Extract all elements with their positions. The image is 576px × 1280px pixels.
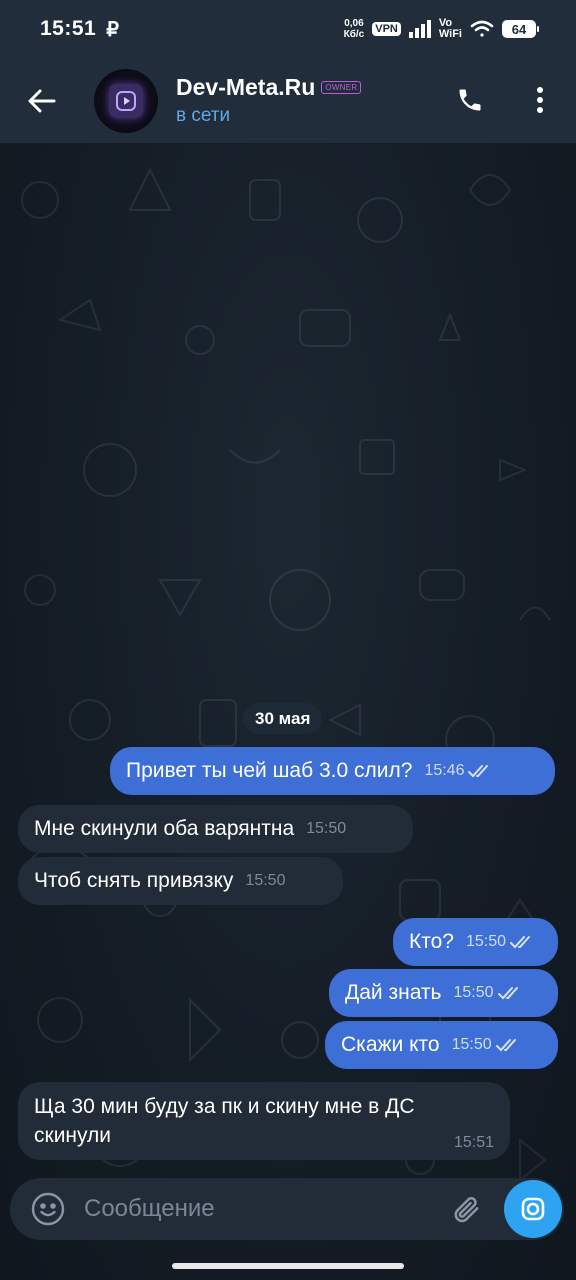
date-separator: 30 мая — [243, 703, 323, 734]
double-check-icon — [497, 986, 522, 1000]
more-vertical-icon — [537, 87, 543, 113]
online-status: в сети — [176, 105, 231, 126]
signal-icon — [408, 20, 431, 38]
message-bubble-outgoing[interactable]: Дай знать 15:50 — [329, 969, 558, 1017]
message-text: Кто? — [409, 930, 454, 953]
message-text: Скажи кто — [341, 1033, 440, 1056]
message-text: Ща 30 мин буду за пк и скину мне в ДС ск… — [34, 1095, 415, 1147]
camera-button[interactable] — [504, 1180, 562, 1238]
play-logo-icon — [116, 90, 136, 111]
vpn-badge: VPN — [372, 22, 401, 36]
battery-indicator: 64 — [502, 20, 539, 38]
arrow-left-icon — [28, 89, 56, 112]
message-bubble-outgoing[interactable]: Привет ты чей шаб 3.0 слил? 15:46 — [110, 747, 555, 795]
double-check-icon — [495, 1038, 520, 1052]
message-time: 15:50 — [465, 933, 507, 950]
call-button[interactable] — [450, 80, 490, 120]
message-time: 15:50 — [245, 872, 286, 889]
chat-screen: 15:51 ₽ 0,06 Кб/с VPN Vo WiFi 64 Dev-Met… — [0, 0, 576, 1280]
chat-title: Dev-Meta.Ru — [176, 74, 316, 100]
message-time: 15:46 — [424, 762, 465, 779]
status-time: 15:51 — [40, 17, 97, 40]
message-bubble-outgoing[interactable]: Кто? 15:50 — [393, 918, 558, 966]
back-button[interactable] — [22, 81, 62, 121]
message-text: Мне скинули оба варянтна — [34, 817, 295, 840]
message-time: 15:50 — [453, 984, 494, 1001]
message-time: 15:51 — [453, 1134, 494, 1151]
message-bubble-outgoing[interactable]: Скажи кто 15:50 — [325, 1021, 558, 1069]
vowifi-indicator: Vo WiFi — [438, 17, 462, 40]
double-check-icon — [468, 764, 492, 778]
message-text: Чтоб снять привязку — [34, 869, 234, 892]
paperclip-icon — [454, 1197, 479, 1223]
gesture-navigation-bar[interactable] — [172, 1263, 404, 1269]
menu-button[interactable] — [520, 80, 560, 120]
chat-title-block[interactable]: Dev-Meta.Ru OWNER в сети — [176, 74, 362, 127]
double-check-icon — [510, 935, 534, 949]
avatar-logo — [109, 83, 143, 118]
status-indicators: 0,06 Кб/с VPN Vo WiFi 64 — [343, 17, 539, 40]
title-row: Dev-Meta.Ru OWNER — [176, 74, 362, 101]
message-time: 15:50 — [451, 1036, 492, 1053]
ruble-icon: ₽ — [106, 18, 119, 41]
message-text: Дай знать — [345, 981, 442, 1004]
message-input[interactable] — [84, 1195, 414, 1223]
network-speed: 0,06 Кб/с — [343, 18, 365, 40]
message-bubble-incoming[interactable]: Мне скинули оба варянтна 15:50 — [18, 805, 413, 853]
chat-header: Dev-Meta.Ru OWNER в сети — [0, 58, 576, 143]
message-bubble-incoming[interactable]: Чтоб снять привязку 15:50 — [18, 857, 343, 905]
message-text: Привет ты чей шаб 3.0 слил? — [126, 759, 413, 782]
attach-button[interactable] — [446, 1189, 486, 1229]
avatar[interactable] — [94, 68, 158, 133]
wifi-icon — [470, 20, 494, 37]
message-bubble-incoming[interactable]: Ща 30 мин буду за пк и скину мне в ДС ск… — [18, 1082, 510, 1160]
owner-badge: OWNER — [321, 81, 362, 94]
smile-icon — [31, 1192, 65, 1226]
camera-icon — [521, 1197, 545, 1221]
message-time: 15:50 — [306, 820, 347, 837]
phone-icon — [459, 89, 481, 111]
status-bar: 15:51 ₽ 0,06 Кб/с VPN Vo WiFi 64 — [0, 0, 576, 58]
emoji-button[interactable] — [28, 1189, 68, 1229]
message-composer — [10, 1178, 564, 1240]
